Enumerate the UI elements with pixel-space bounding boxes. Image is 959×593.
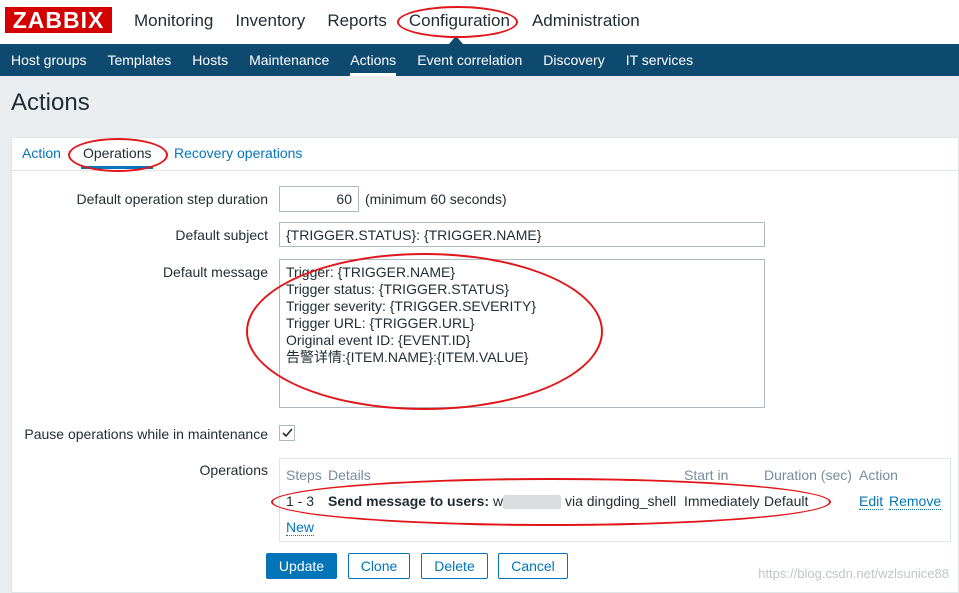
- submenu-actions[interactable]: Actions: [350, 44, 396, 76]
- pause-label: Pause operations while in maintenance: [24, 426, 268, 442]
- header-details: Details: [328, 467, 371, 483]
- redacted-username: [503, 495, 562, 510]
- row-details-user: w: [492, 493, 504, 509]
- menu-administration[interactable]: Administration: [532, 11, 640, 31]
- update-button[interactable]: Update: [266, 553, 337, 579]
- new-operation-link[interactable]: New: [286, 519, 315, 536]
- submenu-maintenance[interactable]: Maintenance: [249, 44, 329, 76]
- submenu-discovery[interactable]: Discovery: [543, 44, 604, 76]
- row-steps: 1 - 3: [286, 493, 315, 509]
- header-start-in: Start in: [684, 467, 729, 483]
- menu-monitoring[interactable]: Monitoring: [134, 11, 213, 31]
- tab-operations[interactable]: Operations: [80, 145, 154, 169]
- subject-label: Default subject: [175, 227, 268, 243]
- remove-link[interactable]: Remove: [889, 493, 942, 510]
- clone-button[interactable]: Clone: [348, 553, 410, 579]
- row-details-title: Send message to users:: [328, 493, 490, 509]
- submenu-hosts[interactable]: Hosts: [192, 44, 228, 76]
- operations-label: Operations: [199, 462, 268, 478]
- main-menu: Monitoring Inventory Reports Configurati…: [134, 11, 662, 31]
- checkmark-icon: [282, 428, 293, 438]
- menu-configuration[interactable]: Configuration: [409, 11, 510, 31]
- row-start-in: Immediately: [684, 493, 760, 509]
- edit-link[interactable]: Edit: [859, 493, 884, 510]
- tab-bar: Action Operations Recovery operations: [11, 137, 959, 171]
- menu-reports[interactable]: Reports: [327, 11, 387, 31]
- header-steps: Steps: [286, 467, 322, 483]
- top-navigation: ZABBIX Monitoring Inventory Reports Conf…: [0, 0, 959, 44]
- row-details: Send message to users: w via dingding_sh…: [328, 493, 677, 510]
- step-duration-input[interactable]: [279, 186, 359, 212]
- message-label: Default message: [162, 264, 268, 280]
- delete-button[interactable]: Delete: [421, 553, 488, 579]
- pause-checkbox[interactable]: [279, 425, 295, 441]
- submenu-it-services[interactable]: IT services: [626, 44, 693, 76]
- submenu-event-correlation[interactable]: Event correlation: [417, 44, 522, 76]
- watermark: https://blog.csdn.net/wzlsunice88: [758, 566, 949, 581]
- cancel-button[interactable]: Cancel: [498, 553, 568, 579]
- sub-navigation: Host groups Templates Hosts Maintenance …: [0, 44, 959, 76]
- subject-input[interactable]: [279, 222, 765, 247]
- submenu-host-groups[interactable]: Host groups: [11, 44, 86, 76]
- step-duration-note: (minimum 60 seconds): [365, 191, 507, 207]
- submenu-templates[interactable]: Templates: [107, 44, 171, 76]
- page-title: Actions: [11, 89, 90, 116]
- active-menu-caret-icon: [449, 36, 463, 44]
- row-details-media: via dingding_shell: [564, 493, 677, 509]
- row-duration: Default: [764, 493, 809, 509]
- message-textarea[interactable]: Trigger: {TRIGGER.NAME} Trigger status: …: [279, 259, 765, 408]
- menu-inventory[interactable]: Inventory: [235, 11, 305, 31]
- step-duration-label: Default operation step duration: [76, 191, 268, 207]
- tab-action[interactable]: Action: [22, 145, 61, 161]
- header-duration: Duration (sec): [764, 467, 852, 483]
- header-action: Action: [859, 467, 898, 483]
- zabbix-logo[interactable]: ZABBIX: [5, 7, 112, 33]
- operations-table: Steps Details Start in Duration (sec) Ac…: [279, 458, 951, 542]
- tab-recovery-operations[interactable]: Recovery operations: [174, 145, 302, 161]
